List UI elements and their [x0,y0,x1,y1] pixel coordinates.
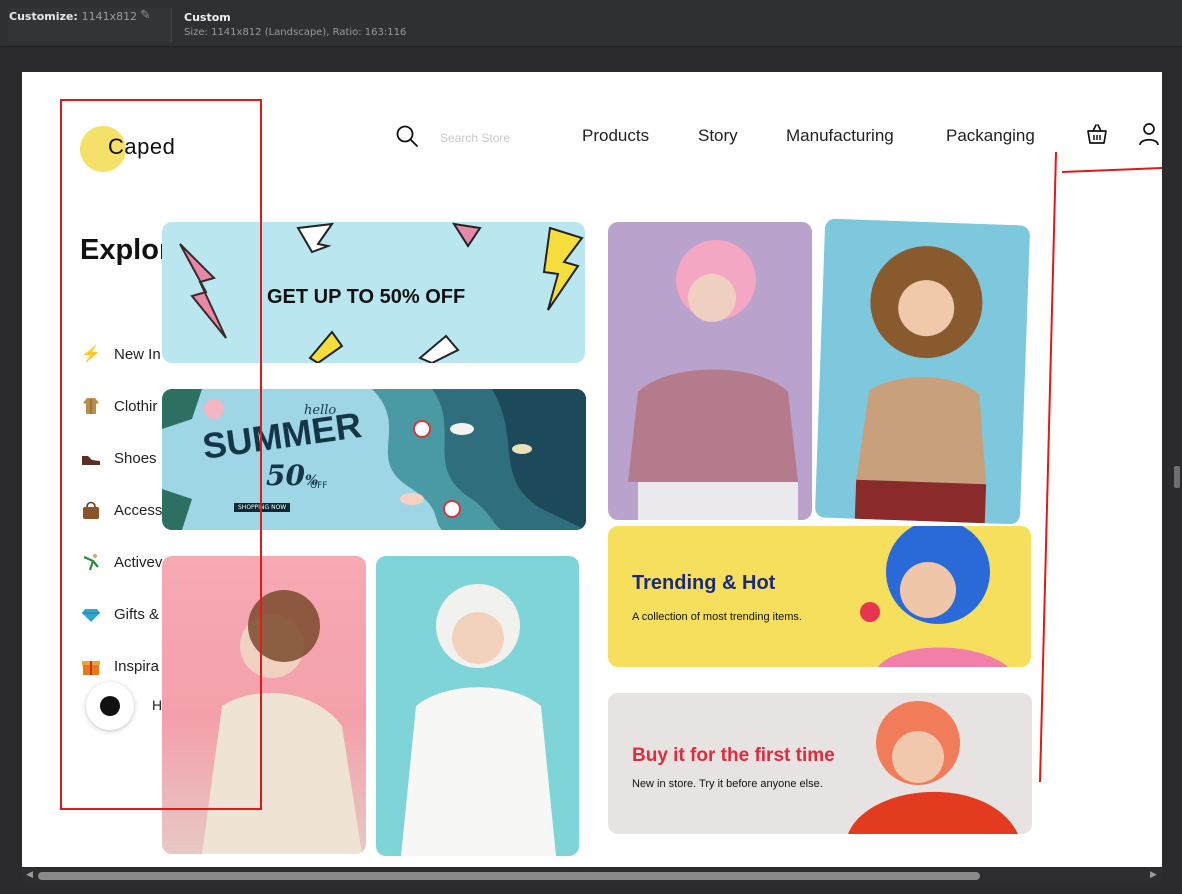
gem-icon [80,604,102,626]
pencil-icon[interactable]: ✎ [140,8,151,23]
preset-title: Custom [184,11,231,24]
model-silhouette [628,240,798,520]
sale-text: GET UP TO 50% OFF [267,286,466,308]
search-icon[interactable] [395,124,419,148]
search-input[interactable] [438,127,542,149]
scroll-left-icon[interactable]: ◀ [26,870,33,880]
basket-icon[interactable] [1085,122,1109,146]
scroll-thumb[interactable] [38,872,980,880]
scroll-right-icon[interactable]: ▶ [1150,870,1157,880]
page-viewport: Caped Products Story Manufacturing Packa… [22,72,1162,867]
logo[interactable]: Caped [108,134,175,160]
nav-packaging[interactable]: Packanging [946,126,1035,146]
photo-woman-blowing-kiss[interactable] [162,556,366,854]
model-silhouette [854,246,987,524]
model-silhouette [401,584,556,856]
photo-woman-pink-wig[interactable] [608,222,812,520]
vertical-scroll-thumb[interactable] [1174,466,1180,488]
customize-label: Customize: 1141x812 [9,10,138,23]
preset-subtitle: Size: 1141x812 (Landscape), Ratio: 163:1… [184,27,407,38]
first-time-title: Buy it for the first time [632,745,835,766]
first-time-subtitle: New in store. Try it before anyone else. [632,778,823,790]
model-orange-hoodie [848,701,1018,834]
trending-subtitle: A collection of most trending items. [632,611,802,623]
promo-trending-card[interactable]: Trending & Hot A collection of most tren… [608,526,1031,667]
chat-bubble-icon [100,696,120,716]
customize-size[interactable]: 1141x812 [82,10,138,23]
lightning-icon: ⚡ [81,346,101,363]
device-toolbar: Customize: 1141x812 ✎ Custom Size: 1141x… [0,0,1182,47]
user-icon[interactable] [1138,122,1160,146]
promo-summer-banner[interactable]: hello SUMMER 50% OFF SHOPPING NOW [162,389,586,530]
gymnast-icon [80,552,102,574]
nav-manufacturing[interactable]: Manufacturing [786,126,894,146]
trending-title: Trending & Hot [632,572,776,594]
nav-products[interactable]: Products [582,126,649,146]
promo-sale-banner[interactable]: GET UP TO 50% OFF [162,222,585,363]
summer-off: OFF [310,481,328,491]
model-silhouette [202,590,362,854]
model-blue-wig [860,526,1008,667]
summer-shop-button[interactable]: SHOPPING NOW [234,503,291,512]
photo-woman-white-wig[interactable] [376,556,579,856]
photo-woman-curly-hair[interactable] [814,218,1031,525]
nav-story[interactable]: Story [698,126,738,146]
shoe-icon [80,448,102,470]
chat-label: H [152,697,163,713]
explore-heading: Explor [80,234,171,266]
coat-icon [80,396,102,418]
handbag-icon [80,500,102,522]
chat-button[interactable] [86,682,134,730]
horizontal-scrollbar[interactable]: ◀ ▶ [22,869,1162,883]
gift-icon [80,656,102,678]
promo-first-time-card[interactable]: Buy it for the first time New in store. … [608,693,1032,834]
